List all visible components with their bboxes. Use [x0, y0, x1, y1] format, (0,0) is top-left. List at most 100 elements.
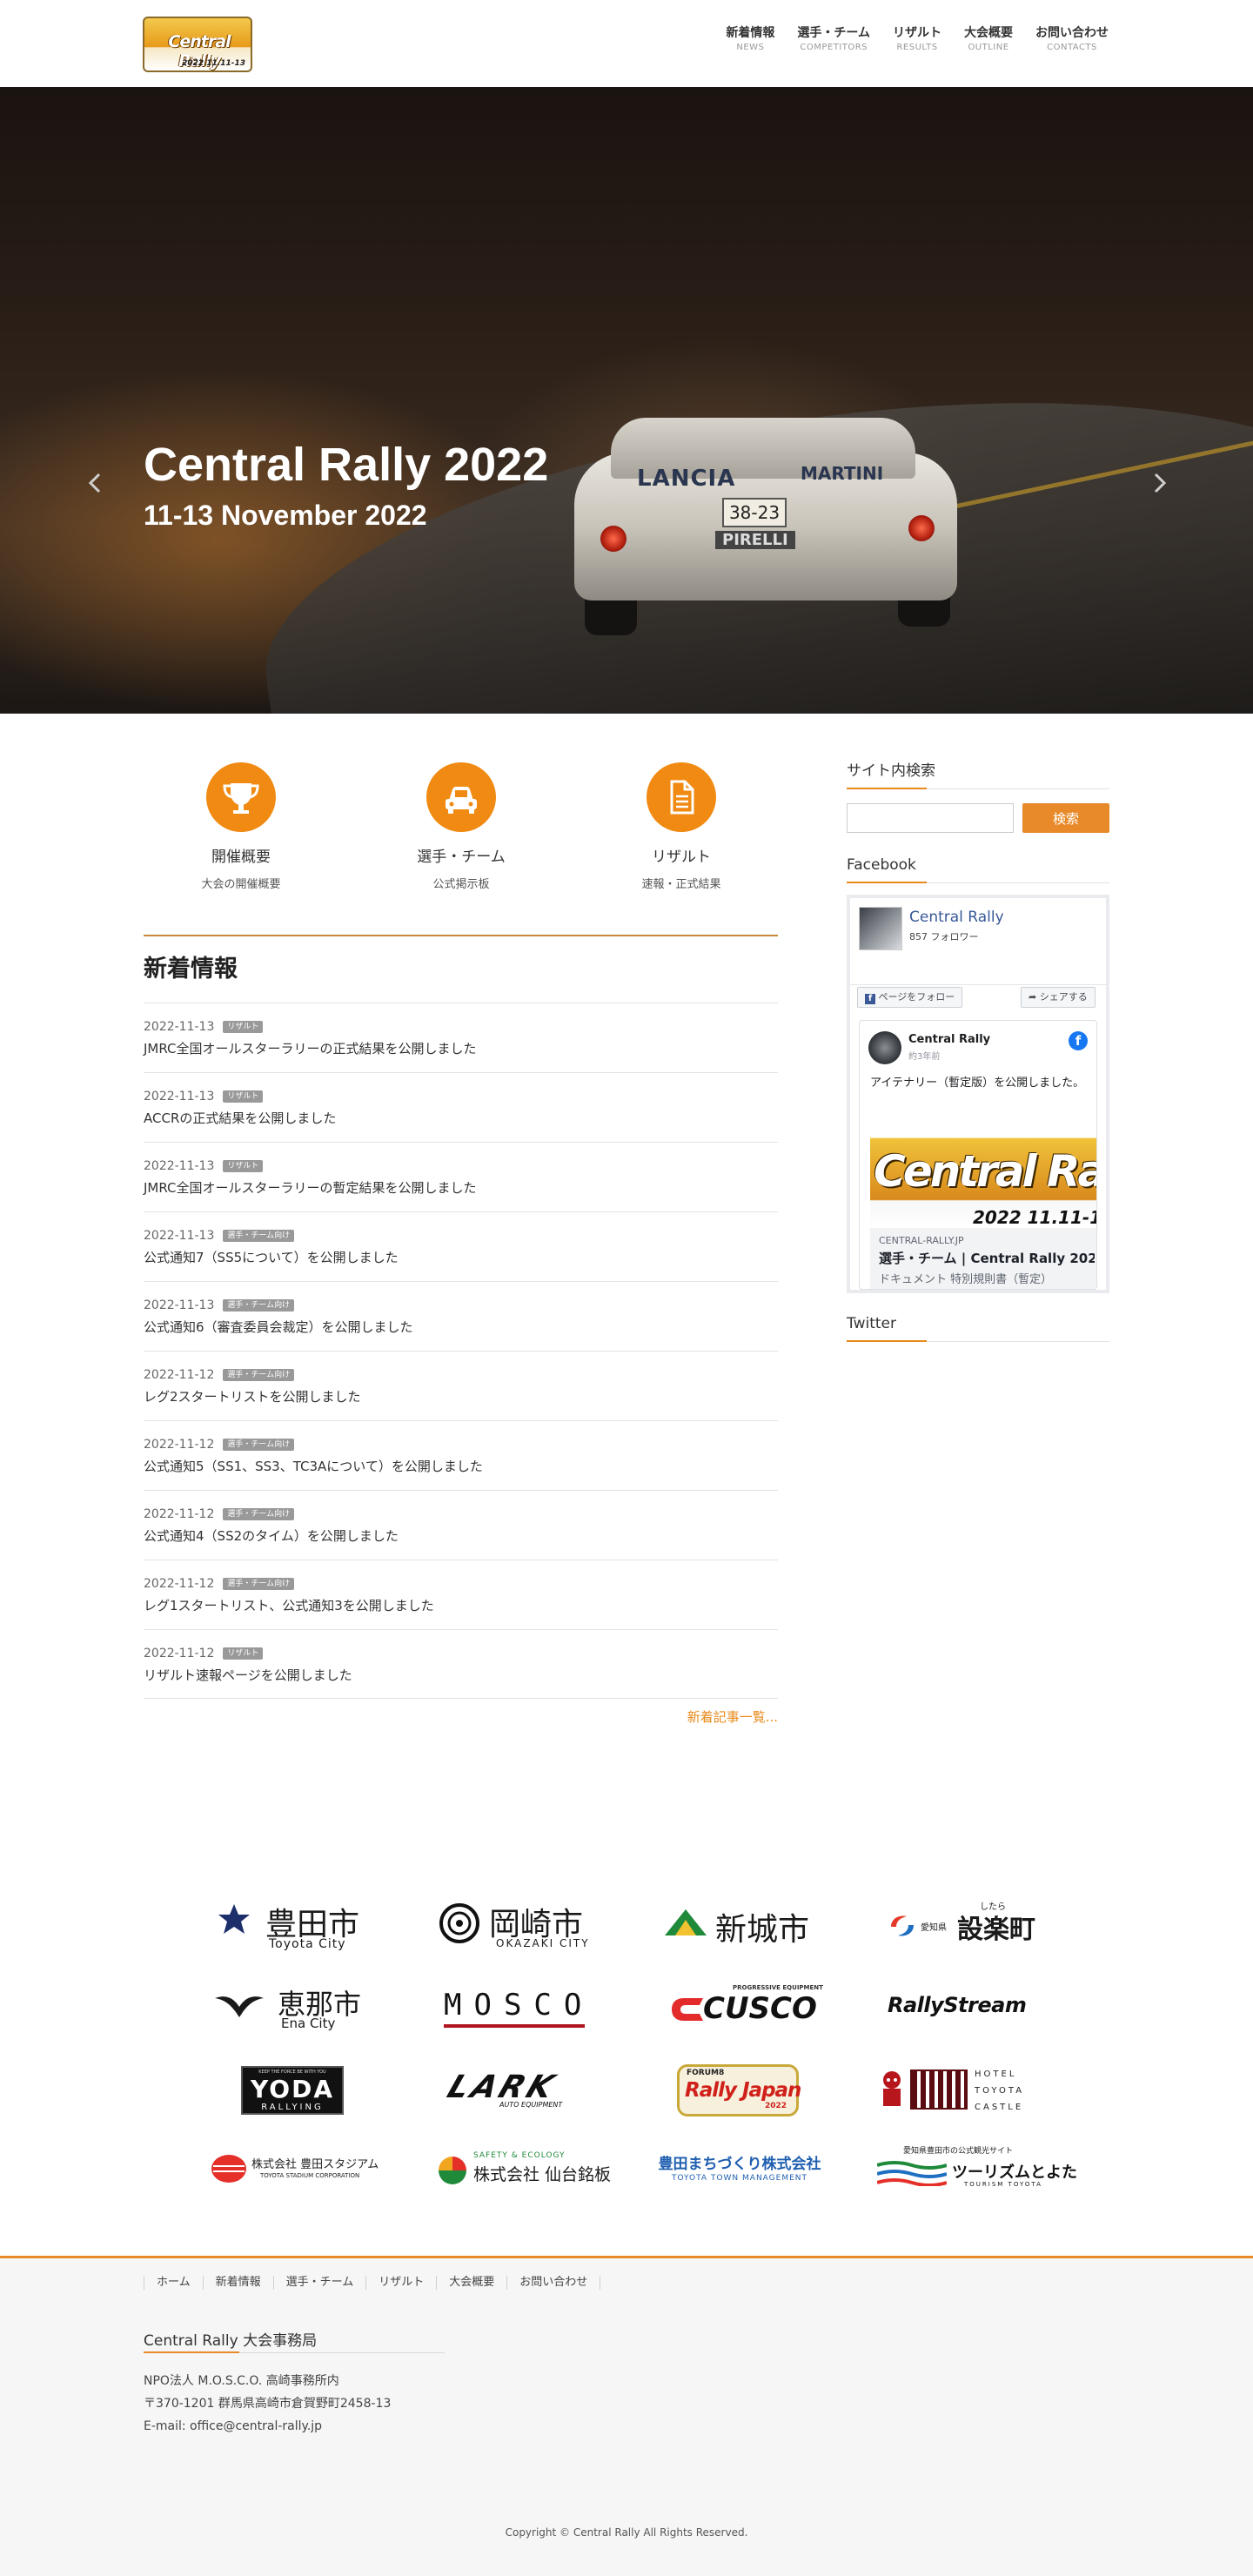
news-title[interactable]: 公式通知5（SS1、SS3、TC3Aについて）を公開しました — [144, 1458, 778, 1475]
news-item[interactable]: 2022-11-12 リザルト リザルト速報ページを公開しました — [144, 1629, 778, 1699]
feature-results[interactable]: リザルト 速報・正式結果 — [612, 762, 751, 893]
news-title[interactable]: JMRC全国オールスターラリーの正式結果を公開しました — [144, 1040, 778, 1057]
news-category-badge: 選手・チーム向け — [223, 1508, 295, 1520]
news-item[interactable]: 2022-11-13 リザルト JMRC全国オールスターラリーの正式結果を公開しま… — [144, 1003, 778, 1072]
sponsor-name: HOTEL TOYOTA CASTLE — [975, 2070, 1025, 2112]
facebook-post-time[interactable]: 約3年前 — [908, 1049, 940, 1062]
logo-date: 2022 11.11-13 — [182, 59, 245, 68]
news-more-link[interactable]: 新着記事一覧... — [661, 1707, 778, 1726]
news-date: 2022-11-13 — [144, 1159, 215, 1173]
news-title[interactable]: レグ1スタートリスト、公式通知3を公開しました — [144, 1597, 778, 1614]
news-item[interactable]: 2022-11-12 選手・チーム向け 公式通知4（SS2のタイム）を公開しました — [144, 1490, 778, 1560]
news-title[interactable]: レグ2スタートリストを公開しました — [144, 1388, 778, 1405]
sponsor-rallystream[interactable]: RallyStream — [877, 1982, 1060, 2035]
facebook-share-label: シェアする — [1039, 991, 1088, 1003]
site-footer: ホーム 新着情報 選手・チーム リザルト 大会概要 お問い合わせ Central… — [0, 2256, 1253, 2576]
news-item[interactable]: 2022-11-13 リザルト ACCRの正式結果を公開しました — [144, 1072, 778, 1142]
sponsor-tourism-toyota[interactable]: 愛知県豊田市の公式観光サイト ツーリズムとよた TOURISM TOYOTA — [877, 2144, 1077, 2197]
sponsor-toyota-town-management[interactable]: 豊田まちづくり株式会社 TOYOTA TOWN MANAGEMENT — [653, 2144, 835, 2197]
site-logo[interactable]: Central Rally 2022 11.11-13 — [143, 17, 252, 72]
search-button[interactable]: 検索 — [1022, 803, 1109, 833]
nav-sublabel: CONTACTS — [1047, 43, 1097, 52]
document-icon — [647, 762, 716, 832]
news-title[interactable]: JMRC全国オールスターラリーの暫定結果を公開しました — [144, 1179, 778, 1197]
car-plate: 38-23 — [722, 498, 787, 527]
feature-outline[interactable]: 開催概要 大会の開催概要 — [171, 762, 311, 893]
sponsor-hotel-toyota-castle[interactable]: HOTEL TOYOTA CASTLE — [877, 2063, 1060, 2115]
news-item[interactable]: 2022-11-13 選手・チーム向け 公式通知7（SS5について）を公開しました — [144, 1211, 778, 1281]
nav-item-competitors[interactable]: 選手・チーム COMPETITORS — [797, 24, 870, 54]
footer-link-contacts[interactable]: お問い合わせ — [506, 2276, 601, 2290]
sponsor-yoda-rallying[interactable]: KEEP THE FORCE BE WITH YOU YODA RALLYING — [198, 2063, 380, 2115]
sponsor-shinshiro-city[interactable]: 新城市 — [653, 1899, 835, 1951]
sponsor-rally-japan[interactable]: FORUM8 Rally Japan 2022 — [653, 2063, 835, 2116]
footer-link-outline[interactable]: 大会概要 — [436, 2276, 506, 2290]
facebook-follow-button[interactable]: f ページをフォロー — [857, 987, 963, 1008]
news-title[interactable]: 公式通知4（SS2のタイム）を公開しました — [144, 1527, 778, 1545]
feature-competitors[interactable]: 選手・チーム 公式掲示板 — [392, 762, 531, 893]
main-nav: 新着情報 NEWS 選手・チーム COMPETITORS リザルト RESULT… — [726, 24, 1109, 54]
news-item[interactable]: 2022-11-13 リザルト JMRC全国オールスターラリーの暫定結果を公開しま… — [144, 1142, 778, 1211]
sponsor-name: LARK — [442, 2070, 562, 2105]
slider-next-arrow-icon[interactable] — [1147, 470, 1173, 505]
news-item[interactable]: 2022-11-12 選手・チーム向け 公式通知5（SS1、SS3、TC3Aについ… — [144, 1420, 778, 1490]
sponsor-shitara-town[interactable]: 愛知県 したら 設楽町 — [877, 1899, 1060, 1951]
nav-item-results[interactable]: リザルト RESULTS — [893, 24, 941, 54]
shitara-town-emblem-icon — [891, 1915, 914, 1936]
feature-subtitle: 大会の開催概要 — [201, 878, 281, 891]
yoda-logo-box: KEEP THE FORCE BE WITH YOU YODA RALLYING — [241, 2066, 344, 2115]
sponsor-ena-city[interactable]: 恵那市 Ena City — [198, 1982, 380, 2035]
facebook-page-avatar[interactable] — [859, 907, 902, 950]
sponsor-name: Rally Japan — [685, 2079, 801, 2102]
facebook-post-avatar[interactable] — [868, 1031, 901, 1064]
news-date: 2022-11-12 — [144, 1507, 215, 1521]
ena-city-emblem-icon — [215, 1996, 264, 2017]
sponsor-lark[interactable]: LARK AUTO EQUIPMENT — [425, 2063, 607, 2115]
footer-link-home[interactable]: ホーム — [144, 2276, 203, 2290]
news-heading: 新着情報 — [144, 956, 238, 983]
search-input[interactable] — [847, 803, 1014, 833]
news-title[interactable]: 公式通知6（審査委員会裁定）を公開しました — [144, 1318, 778, 1336]
footer-office-title: Central Rally 大会事務局 — [144, 2332, 318, 2350]
car-sponsor-text: PIRELLI — [715, 531, 795, 549]
nav-item-outline[interactable]: 大会概要 OUTLINE — [964, 24, 1013, 54]
share-arrow-icon: ➦ — [1029, 991, 1037, 1003]
sponsor-okazaki-city[interactable]: 岡崎市 OKAZAKI CITY — [425, 1899, 607, 1951]
hero-title: Central Rally 2022 — [144, 439, 549, 491]
sponsor-name: 株式会社 仙台銘板 — [473, 2165, 612, 2184]
facebook-post-author[interactable]: Central Rally — [908, 1033, 990, 1046]
sponsor-toyota-stadium[interactable]: 株式会社 豊田スタジアム TOYOTA STADIUM CORPORATION — [198, 2144, 380, 2197]
nav-item-news[interactable]: 新着情報 NEWS — [726, 24, 774, 54]
car-livery-text: MARTINI — [801, 463, 884, 484]
post-image-date: 2022 11.11-1 — [973, 1207, 1097, 1228]
facebook-f-icon: f — [865, 994, 875, 1004]
footer-link-news[interactable]: 新着情報 — [202, 2276, 273, 2290]
nav-label: お問い合わせ — [1035, 26, 1109, 40]
sponsor-mosco[interactable]: MOSCO — [425, 1982, 607, 2035]
sponsor-subtitle: 2022 — [765, 2102, 787, 2110]
news-title[interactable]: 公式通知7（SS5について）を公開しました — [144, 1249, 778, 1266]
sponsor-name: YODA — [251, 2075, 334, 2103]
facebook-post[interactable]: Central Rally 約3年前 f アイテナリー（暫定版）を公開しました。… — [859, 1020, 1097, 1290]
news-item[interactable]: 2022-11-12 選手・チーム向け レグ2スタートリストを公開しました — [144, 1351, 778, 1420]
facebook-share-button[interactable]: ➦ シェアする — [1021, 987, 1096, 1008]
nav-label: 大会概要 — [964, 26, 1013, 40]
sponsor-toyota-city[interactable]: 豊田市 Toyota City — [198, 1899, 380, 1951]
sponsor-cusco[interactable]: PROGRESSIVE EQUIPMENT CUSCO — [653, 1982, 835, 2035]
news-date: 2022-11-12 — [144, 1647, 215, 1660]
news-title[interactable]: リザルト速報ページを公開しました — [144, 1667, 778, 1684]
news-category-badge: リザルト — [223, 1090, 264, 1103]
sponsor-sendai-meiban[interactable]: SAFETY & ECOLOGY 株式会社 仙台銘板 — [425, 2144, 611, 2197]
search-heading-accent — [847, 788, 927, 789]
slider-prev-arrow-icon[interactable] — [82, 470, 108, 505]
news-item[interactable]: 2022-11-12 選手・チーム向け レグ1スタートリスト、公式通知3を公開しま… — [144, 1560, 778, 1629]
facebook-page-name[interactable]: Central Rally — [909, 909, 1004, 926]
facebook-link-preview[interactable]: CENTRAL-RALLY.JP 選手・チーム | Central Rally … — [870, 1228, 1096, 1289]
news-item[interactable]: 2022-11-13 選手・チーム向け 公式通知6（審査委員会裁定）を公開しました — [144, 1281, 778, 1351]
nav-item-contacts[interactable]: お問い合わせ CONTACTS — [1035, 24, 1109, 54]
facebook-post-image[interactable]: Central Rally 2022 11.11-1 — [870, 1115, 1097, 1228]
footer-link-competitors[interactable]: 選手・チーム — [272, 2276, 366, 2290]
footer-email[interactable]: E-mail: office@central-rally.jp — [144, 2415, 391, 2438]
news-title[interactable]: ACCRの正式結果を公開しました — [144, 1110, 778, 1127]
footer-link-results[interactable]: リザルト — [365, 2276, 436, 2290]
